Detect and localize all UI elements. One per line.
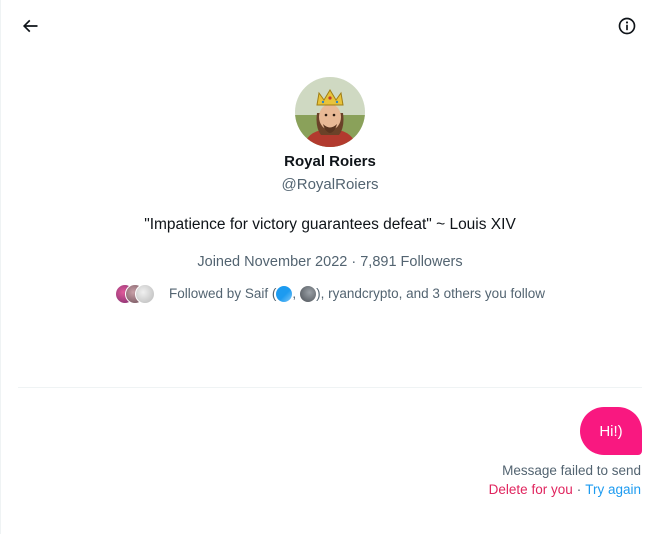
conversation-info-button[interactable] bbox=[610, 9, 644, 43]
profile-bio: "Impatience for victory guarantees defea… bbox=[144, 216, 516, 233]
moon-emoji-icon bbox=[300, 286, 317, 302]
king-avatar-image bbox=[295, 77, 365, 147]
wave-emoji-icon bbox=[276, 286, 293, 302]
message-failed-notice: Message failed to send bbox=[502, 463, 641, 478]
followed-by-comma: , bbox=[292, 286, 297, 301]
actions-separator: · bbox=[576, 482, 582, 497]
back-button[interactable] bbox=[13, 9, 47, 43]
info-circle-icon bbox=[618, 17, 636, 35]
try-again-link[interactable]: Try again bbox=[585, 482, 641, 497]
meta-separator: · bbox=[351, 254, 357, 270]
avatar[interactable] bbox=[295, 77, 365, 147]
profile-card: Royal Roiers @RoyalRoiers "Impatience fo… bbox=[0, 77, 654, 304]
profile-display-name[interactable]: Royal Roiers bbox=[284, 152, 376, 172]
followers-facepile bbox=[115, 284, 156, 304]
arrow-left-icon bbox=[22, 19, 38, 33]
followed-by-prefix: Followed by Saif ( bbox=[169, 286, 277, 301]
follower-avatar bbox=[135, 284, 156, 304]
profile-meta: Joined November 2022 · 7,891 Followers bbox=[197, 252, 462, 272]
conversation-divider bbox=[18, 387, 642, 388]
delete-for-you-link[interactable]: Delete for you bbox=[489, 482, 573, 497]
joined-date: Joined November 2022 bbox=[197, 254, 348, 270]
followed-by-row[interactable]: Followed by Saif ( , ), ryandcrypto, and… bbox=[115, 284, 545, 304]
sent-message-bubble[interactable]: Hi!) bbox=[580, 407, 642, 455]
failed-message-actions: Delete for you · Try again bbox=[489, 481, 641, 499]
followed-by-suffix: ), ryandcrypto, and 3 others you follow bbox=[316, 286, 545, 301]
profile-handle[interactable]: @RoyalRoiers bbox=[282, 175, 379, 195]
followers-count-link[interactable]: 7,891 Followers bbox=[360, 254, 462, 270]
message-text: Hi!) bbox=[599, 422, 623, 440]
